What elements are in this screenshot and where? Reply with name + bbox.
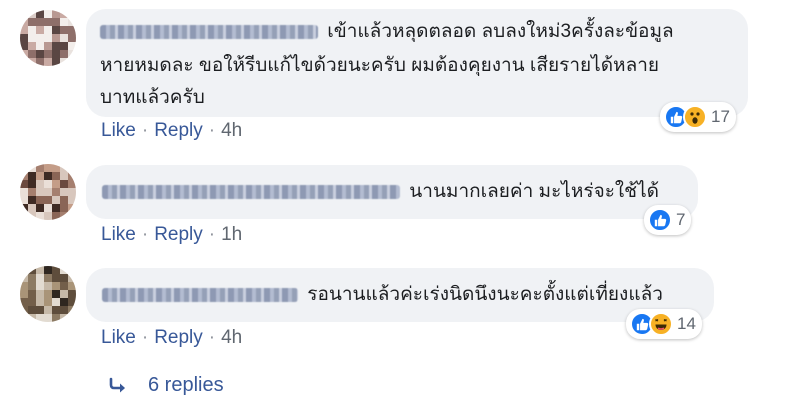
comment-actions: Like · Reply · 4h [101, 327, 242, 349]
timestamp[interactable]: 4h [221, 120, 242, 141]
avatar[interactable] [20, 164, 76, 220]
reply-arrow-icon [109, 377, 125, 392]
separator: · [141, 120, 149, 141]
reaction-count: 17 [711, 107, 730, 126]
view-replies-link[interactable]: 6 replies [108, 374, 224, 397]
separator: · [141, 327, 149, 348]
replies-count-label[interactable]: 6 replies [148, 374, 224, 397]
avatar[interactable] [20, 266, 76, 322]
like-icon [648, 208, 672, 232]
separator: · [208, 224, 216, 245]
haha-icon [649, 312, 673, 336]
comment-text: บาทแล้วครับ [100, 87, 205, 108]
comment-bubble: เข้าแล้วหลุดตลอด ลบลงใหม่3ครั้งละข้อมูล … [86, 9, 748, 117]
author-name-redacted[interactable] [100, 24, 318, 39]
like-link[interactable]: Like [101, 120, 136, 141]
like-link[interactable]: Like [101, 327, 136, 348]
reply-link[interactable]: Reply [154, 224, 203, 245]
comment-text: เข้าแล้วหลุดตลอด ลบลงใหม่3ครั้งละข้อมูล [327, 21, 674, 42]
author-name-redacted[interactable] [102, 184, 400, 199]
reaction-summary[interactable]: 14 [626, 309, 702, 339]
reaction-summary[interactable]: 17 [660, 102, 736, 132]
author-name-redacted[interactable] [102, 287, 298, 302]
reply-link[interactable]: Reply [154, 120, 203, 141]
timestamp[interactable]: 4h [221, 327, 242, 348]
like-link[interactable]: Like [101, 224, 136, 245]
avatar[interactable] [20, 10, 76, 66]
comment-text: รอนานแล้วค่ะเร่งนิดนึงนะคะตั้งแต่เที่ยงแ… [307, 284, 663, 305]
comment-text: นานมากเลยค่า มะไหร่จะใช้ได้ [409, 181, 659, 202]
timestamp[interactable]: 1h [221, 224, 242, 245]
comment-text: หายหมดละ ขอให้รีบแก้ไขด้วยนะครับ ผมต้องค… [100, 55, 660, 76]
separator: · [208, 120, 216, 141]
separator: · [141, 224, 149, 245]
comment-bubble: รอนานแล้วค่ะเร่งนิดนึงนะคะตั้งแต่เที่ยงแ… [86, 268, 714, 322]
separator: · [208, 327, 216, 348]
reaction-count: 14 [677, 314, 696, 333]
reaction-count: 7 [676, 210, 686, 229]
wow-icon [683, 105, 707, 129]
reply-link[interactable]: Reply [154, 327, 203, 348]
comment-actions: Like · Reply · 1h [101, 224, 242, 246]
comment-bubble: นานมากเลยค่า มะไหร่จะใช้ได้ [86, 165, 698, 219]
comment-actions: Like · Reply · 4h [101, 120, 242, 142]
reaction-summary[interactable]: 7 [644, 205, 692, 235]
